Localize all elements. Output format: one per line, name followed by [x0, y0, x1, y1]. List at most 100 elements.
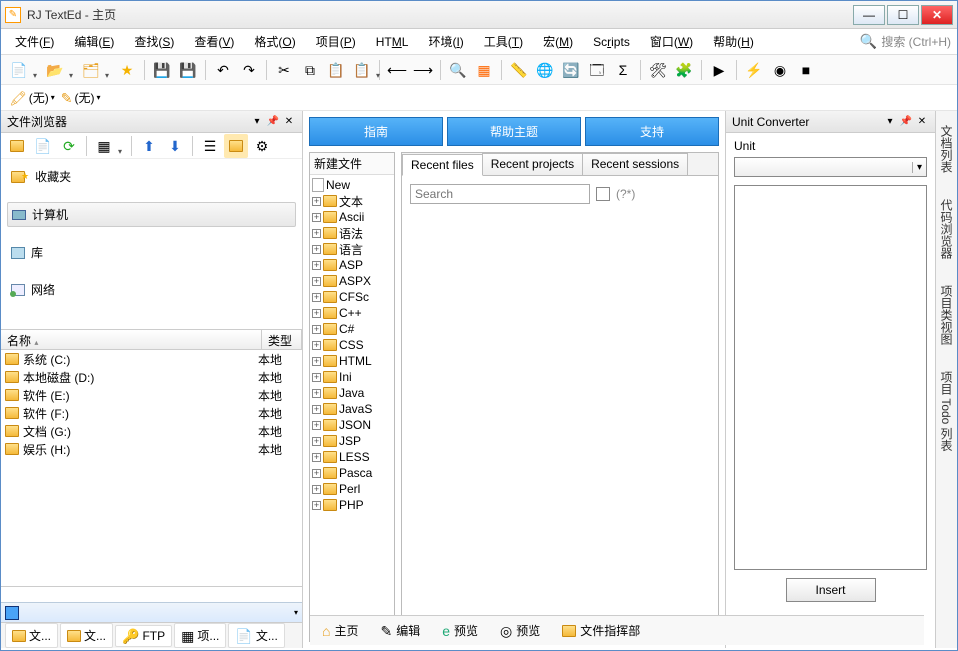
expand-icon[interactable]: + — [312, 405, 321, 414]
unit-combo[interactable] — [734, 157, 927, 177]
uc-menu-button[interactable]: ▾ — [883, 115, 897, 129]
newfile-item[interactable]: +Java — [312, 385, 392, 401]
fb-tree-button[interactable] — [224, 134, 248, 158]
expand-icon[interactable]: + — [312, 261, 321, 270]
expand-icon[interactable]: + — [312, 389, 321, 398]
tab-recent-sessions[interactable]: Recent sessions — [582, 153, 688, 175]
expand-icon[interactable]: + — [312, 357, 321, 366]
newfile-item[interactable]: +文本 — [312, 193, 392, 209]
left-tab-ftp[interactable]: 🔑FTP — [115, 625, 172, 647]
bottom-tab-conductor[interactable]: 文件指挥部 — [554, 619, 648, 642]
menu-查看[interactable]: 查看(V) — [186, 30, 242, 53]
bottom-tab-preview-chrome[interactable]: ◎预览 — [492, 619, 548, 642]
menu-宏[interactable]: 宏(M) — [535, 30, 581, 53]
expand-icon[interactable]: + — [312, 437, 321, 446]
fb-down-button[interactable]: ⬇ — [163, 134, 187, 158]
newfile-item[interactable]: +JavaS — [312, 401, 392, 417]
uc-pin-button[interactable]: 📌 — [899, 115, 913, 129]
side-tab[interactable]: 文档列表 — [936, 119, 957, 179]
expand-icon[interactable]: + — [312, 421, 321, 430]
side-tab[interactable]: 项目类视图 — [936, 279, 957, 351]
redo-button[interactable]: ↷ — [237, 58, 261, 82]
tab-recent-projects[interactable]: Recent projects — [482, 153, 583, 175]
paste-button[interactable]: 📋 — [324, 58, 348, 82]
tree-favorites[interactable]: ★ 收藏夹 — [7, 165, 296, 188]
expand-icon[interactable]: + — [312, 245, 321, 254]
maximize-button[interactable]: ☐ — [887, 5, 919, 25]
fb-settings-button[interactable]: ⚙ — [250, 134, 274, 158]
menu-工具[interactable]: 工具(T) — [476, 30, 531, 53]
expand-icon[interactable]: + — [312, 277, 321, 286]
menu-项目[interactable]: 项目(P) — [308, 30, 364, 53]
expand-icon[interactable]: + — [312, 341, 321, 350]
expand-icon[interactable]: + — [312, 501, 321, 510]
sync-button[interactable]: 🔄 — [559, 58, 583, 82]
fb-view-button[interactable]: ▦ — [92, 134, 116, 158]
panels-button[interactable]: ▦ — [472, 58, 496, 82]
newfile-item[interactable]: +JSP — [312, 433, 392, 449]
globe-button[interactable]: 🌐 — [533, 58, 557, 82]
menu-帮助[interactable]: 帮助(H) — [705, 30, 762, 53]
newfile-item[interactable]: +Perl — [312, 481, 392, 497]
stop-button[interactable]: ■ — [794, 58, 818, 82]
newfile-item[interactable]: New — [312, 177, 392, 193]
pencil-dropdown[interactable]: ✎(无)▾ — [61, 89, 101, 106]
newfile-item[interactable]: +CFSc — [312, 289, 392, 305]
new-file-button[interactable]: 📄 — [7, 58, 31, 82]
zoom-button[interactable]: 🔍 — [446, 58, 470, 82]
newfile-item[interactable]: +语言 — [312, 241, 392, 257]
save-button[interactable]: 💾 — [150, 58, 174, 82]
drive-row[interactable]: 软件 (F:)本地 — [1, 404, 302, 422]
highlighter-dropdown[interactable]: 🖍(无)▾ — [9, 89, 55, 106]
search-placeholder-text[interactable]: 搜索 (Ctrl+H) — [881, 33, 951, 50]
tab-help[interactable]: 帮助主题 — [447, 117, 581, 146]
panel-close-button[interactable]: ✕ — [282, 115, 296, 129]
expand-icon[interactable]: + — [312, 309, 321, 318]
newfile-item[interactable]: +C# — [312, 321, 392, 337]
bottom-tab-home[interactable]: ⌂主页 — [314, 619, 366, 642]
panel-pin-button[interactable]: 📌 — [266, 115, 280, 129]
ruler-button[interactable]: 📏 — [507, 58, 531, 82]
tab-recent-files[interactable]: Recent files — [402, 154, 483, 176]
regex-checkbox[interactable] — [596, 187, 610, 201]
fb-list-button[interactable]: ☰ — [198, 134, 222, 158]
newfile-item[interactable]: +ASPX — [312, 273, 392, 289]
fb-refresh-button[interactable]: ⟳ — [57, 134, 81, 158]
bottom-tab-edit[interactable]: ✎编辑 — [372, 619, 428, 642]
fb-newfile-button[interactable]: 📄 — [31, 134, 55, 158]
tab-support[interactable]: 支持 — [585, 117, 719, 146]
cut-button[interactable]: ✂ — [272, 58, 296, 82]
newfile-item[interactable]: +JSON — [312, 417, 392, 433]
plugin-button[interactable]: 🧩 — [672, 58, 696, 82]
drive-row[interactable]: 系统 (C:)本地 — [1, 350, 302, 368]
insert-button[interactable]: Insert — [786, 578, 876, 602]
tree-computer[interactable]: 计算机 — [7, 202, 296, 227]
record-button[interactable]: ◉ — [768, 58, 792, 82]
tools-button[interactable]: 🛠 — [646, 58, 670, 82]
drive-row[interactable]: 文档 (G:)本地 — [1, 422, 302, 440]
paste-special-button[interactable]: 📋 — [350, 58, 374, 82]
newfile-item[interactable]: +C++ — [312, 305, 392, 321]
expand-icon[interactable]: + — [312, 293, 321, 302]
left-tab-files[interactable]: 文... — [5, 623, 58, 648]
tab-guide[interactable]: 指南 — [309, 117, 443, 146]
expand-icon[interactable]: + — [312, 469, 321, 478]
lightning-button[interactable]: ⚡ — [742, 58, 766, 82]
nav-fwd-button[interactable]: ⟶ — [411, 58, 435, 82]
open-file-button[interactable]: 📂 — [43, 58, 67, 82]
recent-search-input[interactable] — [410, 184, 590, 204]
sigma-button[interactable]: Σ — [611, 58, 635, 82]
drive-row[interactable]: 本地磁盘 (D:)本地 — [1, 368, 302, 386]
newfile-item[interactable]: +LESS — [312, 449, 392, 465]
drive-row[interactable]: 软件 (E:)本地 — [1, 386, 302, 404]
file-list-hscroll[interactable] — [1, 586, 302, 602]
menu-格式[interactable]: 格式(O) — [246, 30, 303, 53]
expand-icon[interactable]: + — [312, 325, 321, 334]
col-name[interactable]: 名称 ▴ — [1, 330, 262, 349]
col-type[interactable]: 类型 — [262, 330, 302, 349]
left-tab-docs[interactable]: 📄文... — [228, 623, 284, 648]
uc-close-button[interactable]: ✕ — [915, 115, 929, 129]
left-tab-project[interactable]: ▦项... — [174, 623, 226, 648]
menu-查找[interactable]: 查找(S) — [126, 30, 182, 53]
newfile-item[interactable]: +CSS — [312, 337, 392, 353]
